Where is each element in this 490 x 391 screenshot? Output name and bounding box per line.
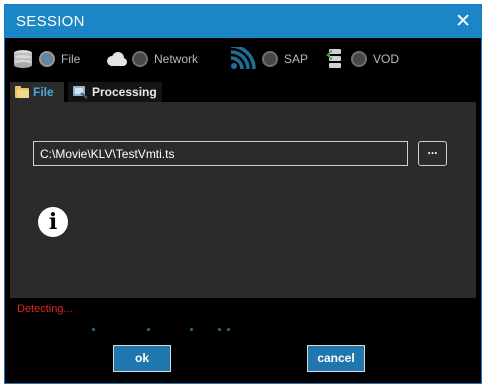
processing-icon (72, 85, 88, 99)
ok-button[interactable]: ok (113, 345, 171, 372)
source-label-file: File (61, 52, 81, 66)
database-icon (11, 47, 35, 71)
wifi-signal-icon (228, 47, 258, 71)
source-selector: File Network SAP VOD (5, 45, 481, 73)
window-title: SESSION (16, 13, 85, 30)
browse-button[interactable]: ... (418, 141, 447, 166)
source-option-network[interactable]: Network (104, 45, 198, 73)
source-radio-vod[interactable] (351, 51, 367, 67)
source-radio-network[interactable] (132, 51, 148, 67)
folder-icon (14, 85, 30, 99)
file-panel: C:\Movie\KLV\TestVmti.ts ... i (10, 102, 476, 298)
source-label-vod: VOD (373, 52, 400, 66)
source-label-network: Network (154, 52, 199, 66)
tab-label-file: File (33, 85, 54, 99)
status-text: Detecting... (17, 303, 73, 315)
session-dialog: SESSION ✕ File Network SAP VOD File Proc… (4, 4, 482, 384)
source-radio-sap[interactable] (262, 51, 278, 67)
file-path-input[interactable]: C:\Movie\KLV\TestVmti.ts (33, 141, 408, 166)
tab-file[interactable]: File (10, 82, 64, 102)
info-icon: i (38, 207, 68, 237)
title-bar: SESSION ✕ (5, 5, 481, 38)
source-option-sap[interactable]: SAP (228, 45, 308, 73)
source-option-file[interactable]: File (11, 45, 80, 73)
tab-processing[interactable]: Processing (68, 82, 162, 102)
progress-dot (218, 328, 221, 331)
progress-dot (190, 328, 193, 331)
source-radio-file[interactable] (39, 51, 55, 67)
source-option-vod[interactable]: VOD (323, 45, 399, 73)
cancel-button[interactable]: cancel (307, 345, 365, 372)
progress-dot (147, 328, 150, 331)
source-label-sap: SAP (284, 52, 309, 66)
cloud-icon (104, 47, 128, 71)
tab-label-processing: Processing (92, 85, 157, 99)
server-stack-icon (323, 47, 347, 71)
progress-dot (227, 328, 230, 331)
close-icon[interactable]: ✕ (455, 10, 471, 33)
progress-dot (92, 328, 95, 331)
